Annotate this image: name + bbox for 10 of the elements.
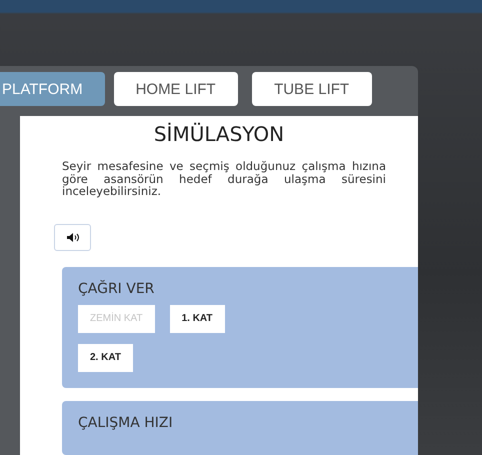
floor-button[interactable]: 2. KAT [78, 344, 133, 372]
section-heading: ÇAĞRI VER [78, 280, 156, 297]
sound-button[interactable] [54, 224, 91, 251]
tab[interactable]: HOME LIFT [114, 72, 238, 106]
floor-button[interactable]: 1. KAT [170, 304, 225, 333]
section-heading: ÇALIŞMA HIZI [78, 414, 174, 431]
speaker-icon [66, 232, 78, 242]
page-title: SİMÜLASYON [152, 122, 286, 146]
tab[interactable]: TUBE LIFT [252, 72, 372, 106]
description-text: Seyir mesafesine ve seçmiş olduğunuz çalışma hızına göre asansörün hedef durağa ulaşma süresini inceleyebilirsiniz. [62, 160, 386, 198]
